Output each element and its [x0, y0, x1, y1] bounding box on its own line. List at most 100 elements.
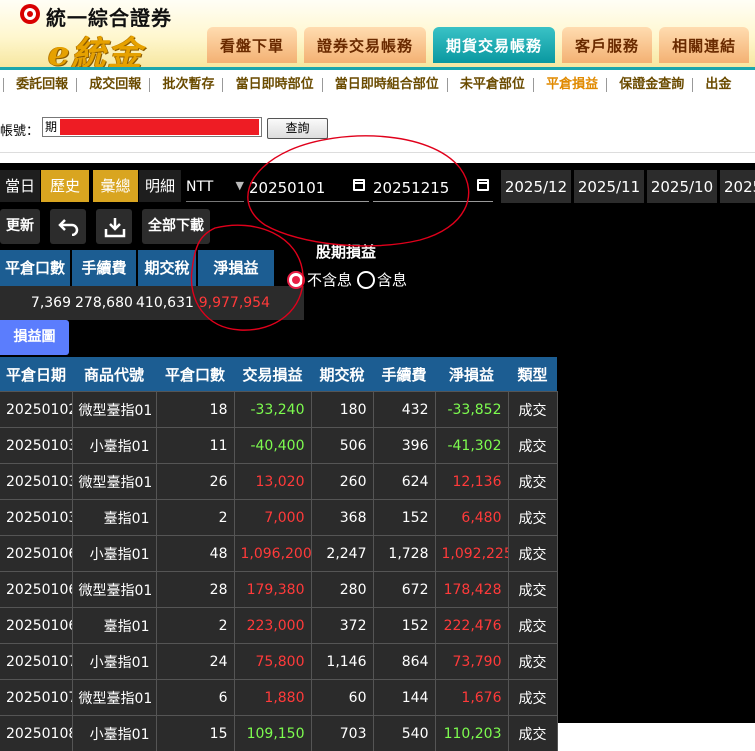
- cell-qty: 18: [156, 392, 234, 428]
- detail-button[interactable]: 明細: [139, 170, 181, 202]
- column-header[interactable]: 淨損益: [435, 357, 508, 392]
- summary-closed-qty: 7,369: [0, 286, 75, 320]
- download-icon: [104, 216, 126, 238]
- radio-exclude-dividend[interactable]: [287, 271, 305, 289]
- main-tabs: 看盤下單 證券交易帳務 期貨交易帳務 客戶服務 相關連結 統: [207, 27, 755, 63]
- subnav-margin-query[interactable]: 保證金查詢: [611, 70, 692, 99]
- currency-select[interactable]: NTT ▼: [186, 171, 244, 202]
- month-button-2025-11[interactable]: 2025/11: [574, 170, 644, 203]
- cell-product: 小臺指01: [72, 536, 156, 572]
- cell-qty: 24: [156, 644, 234, 680]
- table-row: 20250107微型臺指0161,880601441,676成交: [0, 680, 557, 716]
- query-button[interactable]: 查詢: [267, 118, 328, 139]
- column-header[interactable]: 交易損益: [234, 357, 311, 392]
- brand-logo: e統金: [48, 26, 144, 67]
- subnav-withdrawal[interactable]: 出金: [697, 70, 739, 99]
- nav-divider: [606, 78, 607, 92]
- pnl-chart-button[interactable]: 損益圖: [0, 320, 69, 355]
- cell-fee: 396: [373, 428, 435, 464]
- account-value: 期: [45, 120, 57, 134]
- calendar-icon[interactable]: [353, 179, 365, 191]
- summary-header: 淨損益: [198, 250, 274, 286]
- cell-tax: 1,146: [311, 644, 373, 680]
- table-row: 20250106臺指012223,000372152222,476成交: [0, 608, 557, 644]
- radio-label-exclude: 不含息: [307, 271, 352, 289]
- subnav-intraday-combo-position[interactable]: 當日即時組合部位: [327, 70, 447, 99]
- table-row: 20250103微型臺指012613,02026062412,136成交: [0, 464, 557, 500]
- subnav-open-position[interactable]: 未平倉部位: [452, 70, 533, 99]
- column-header[interactable]: 平倉日期: [0, 357, 72, 392]
- end-date-input[interactable]: 20251215: [373, 171, 493, 202]
- radio-include-dividend[interactable]: [357, 271, 375, 289]
- divider: [0, 152, 755, 153]
- start-date-value: 20250101: [249, 179, 325, 197]
- cell-product: 微型臺指01: [72, 572, 156, 608]
- cell-qty: 6: [156, 680, 234, 716]
- summary-button[interactable]: 彙總: [93, 170, 138, 202]
- cell-tax: 372: [311, 608, 373, 644]
- cell-date: 20250103: [0, 464, 72, 500]
- nav-divider: [149, 78, 150, 92]
- cell-product: 小臺指01: [72, 716, 156, 751]
- subnav-closed-pnl[interactable]: 平倉損益: [538, 70, 606, 99]
- nav-divider: [692, 78, 693, 92]
- account-select[interactable]: 期: [42, 117, 262, 137]
- account-label: 帳號：: [0, 120, 39, 139]
- tab-securities-account[interactable]: 證券交易帳務: [304, 27, 426, 63]
- nav-divider: [222, 78, 223, 92]
- cell-tax: 180: [311, 392, 373, 428]
- tab-futures-account[interactable]: 期貨交易帳務: [433, 27, 555, 63]
- tab-customer-service[interactable]: 客戶服務: [562, 27, 652, 63]
- subnav-order-report[interactable]: 委託回報: [8, 70, 76, 99]
- cell-qty: 11: [156, 428, 234, 464]
- summary-header: 手續費: [72, 250, 136, 286]
- cell-fee: 152: [373, 608, 435, 644]
- table-row: 20250106微型臺指0128179,380280672178,428成交: [0, 572, 557, 608]
- cell-type: 成交: [508, 680, 557, 716]
- cell-tax: 260: [311, 464, 373, 500]
- subnav-trade-report[interactable]: 成交回報: [81, 70, 149, 99]
- cell-fee: 144: [373, 680, 435, 716]
- month-button-2025-10[interactable]: 2025/10: [647, 170, 717, 203]
- column-header[interactable]: 商品代號: [72, 357, 156, 392]
- tab-related-links[interactable]: 相關連結: [659, 27, 749, 63]
- table-row: 20250107小臺指012475,8001,14686473,790成交: [0, 644, 557, 680]
- month-button-2025-12[interactable]: 2025/12: [501, 170, 571, 203]
- cell-product: 微型臺指01: [72, 680, 156, 716]
- cell-fee: 152: [373, 500, 435, 536]
- currency-value: NTT: [186, 179, 213, 195]
- tab-quote-order[interactable]: 看盤下單: [207, 27, 297, 63]
- subnav-intraday-position[interactable]: 當日即時部位: [228, 70, 322, 99]
- column-header[interactable]: 手續費: [373, 357, 435, 392]
- cell-fee: 432: [373, 392, 435, 428]
- column-header[interactable]: 類型: [508, 357, 557, 392]
- cell-date: 20250106: [0, 536, 72, 572]
- undo-button[interactable]: [50, 209, 86, 244]
- cell-fee: 624: [373, 464, 435, 500]
- download-button[interactable]: [96, 209, 132, 244]
- cell-type: 成交: [508, 644, 557, 680]
- cell-product: 微型臺指01: [72, 392, 156, 428]
- column-header[interactable]: 平倉口數: [156, 357, 234, 392]
- table-row: 20250103小臺指0111-40,400506396-41,302成交: [0, 428, 557, 464]
- site-header: 統一綜合證券 e統金 看盤下單 證券交易帳務 期貨交易帳務 客戶服務 相關連結 …: [0, 0, 755, 67]
- nav-divider: [76, 78, 77, 92]
- cell-pnl: 179,380: [234, 572, 311, 608]
- download-all-button[interactable]: 全部下載: [142, 209, 210, 244]
- cell-fee: 540: [373, 716, 435, 751]
- table-row: 20250102微型臺指0118-33,240180432-33,852成交: [0, 392, 557, 428]
- today-button[interactable]: 當日: [0, 170, 40, 202]
- column-header[interactable]: 期交稅: [311, 357, 373, 392]
- history-button[interactable]: 歷史: [41, 170, 89, 202]
- start-date-input[interactable]: 20250101: [249, 171, 369, 202]
- cell-date: 20250106: [0, 608, 72, 644]
- subnav-batch-staging[interactable]: 批次暫存: [154, 70, 222, 99]
- cell-product: 小臺指01: [72, 428, 156, 464]
- calendar-icon[interactable]: [477, 179, 489, 191]
- refresh-button[interactable]: 更新: [0, 209, 40, 244]
- cell-date: 20250106: [0, 572, 72, 608]
- cell-product: 臺指01: [72, 608, 156, 644]
- cell-date: 20250102: [0, 392, 72, 428]
- month-button-more[interactable]: 2025: [720, 170, 755, 203]
- summary-header: 期交稅: [138, 250, 196, 286]
